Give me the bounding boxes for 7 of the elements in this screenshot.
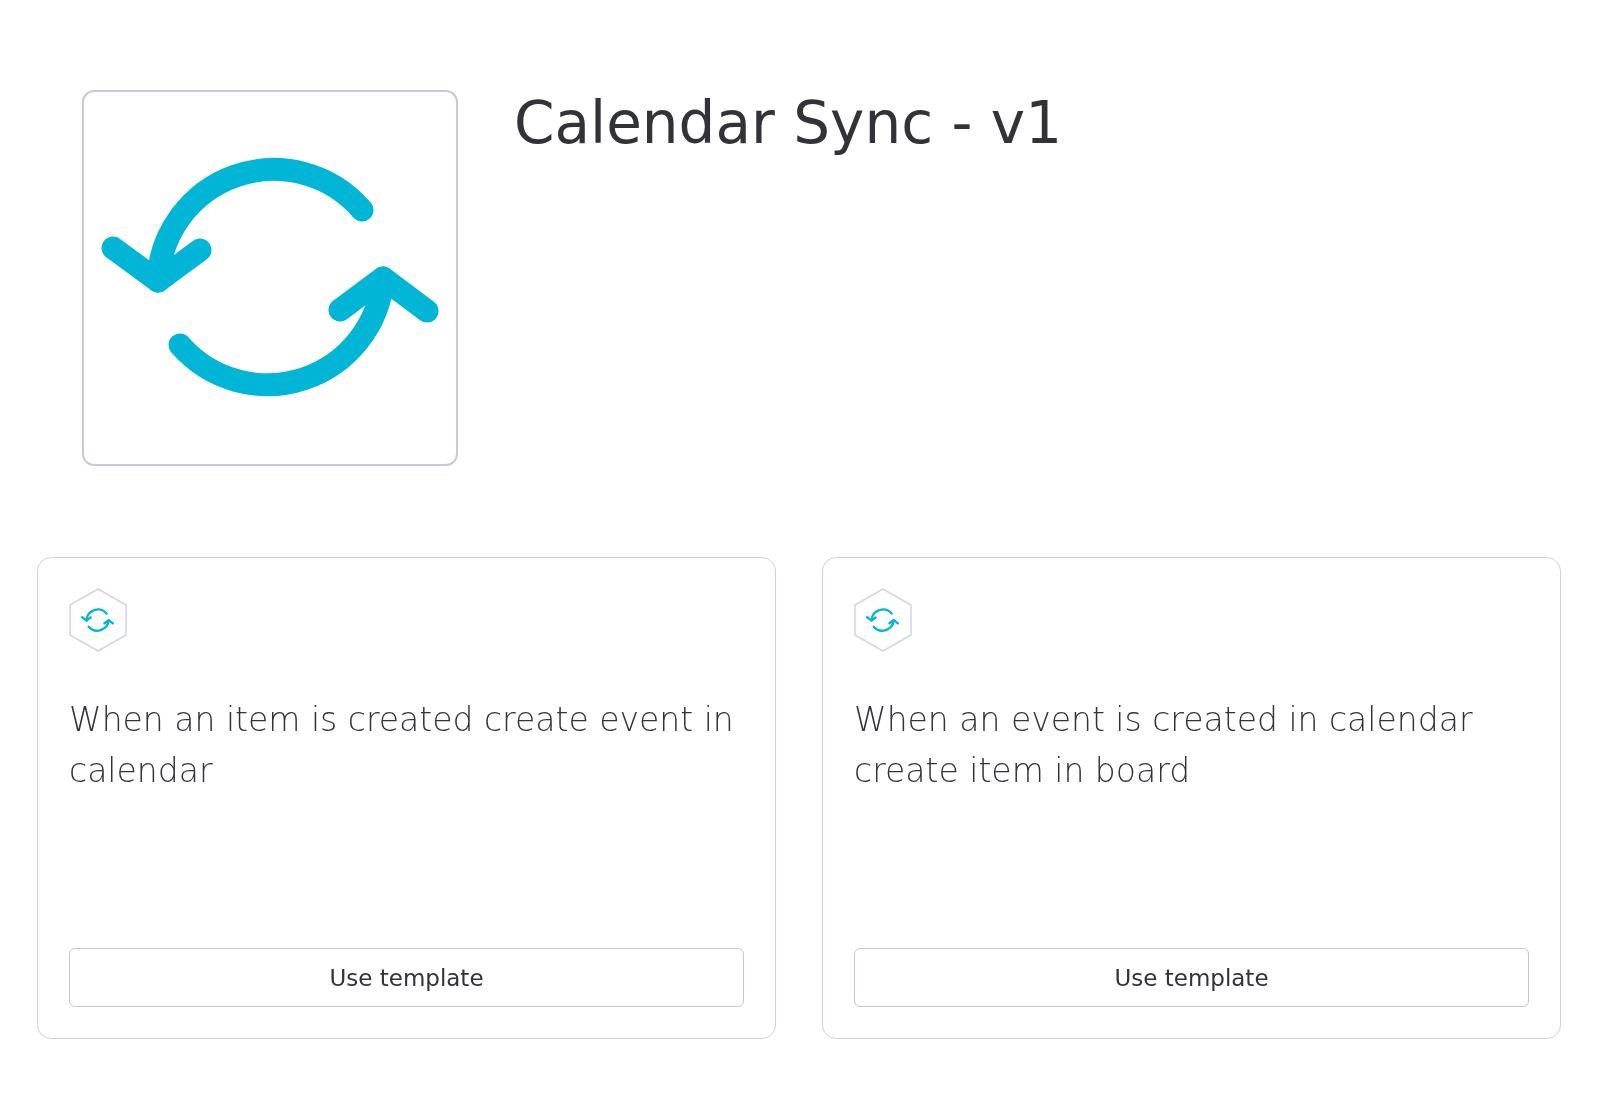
template-title: Calendar Sync - v1 (514, 88, 1063, 158)
sync-icon (69, 588, 127, 652)
use-template-button[interactable]: Use template (854, 948, 1529, 1007)
use-template-button[interactable]: Use template (69, 948, 744, 1007)
sync-icon (854, 588, 912, 652)
recipe-description: When an event is created in calendar create item in board (854, 699, 1474, 792)
recipe-description: When an item is created create event in calendar (69, 699, 735, 792)
